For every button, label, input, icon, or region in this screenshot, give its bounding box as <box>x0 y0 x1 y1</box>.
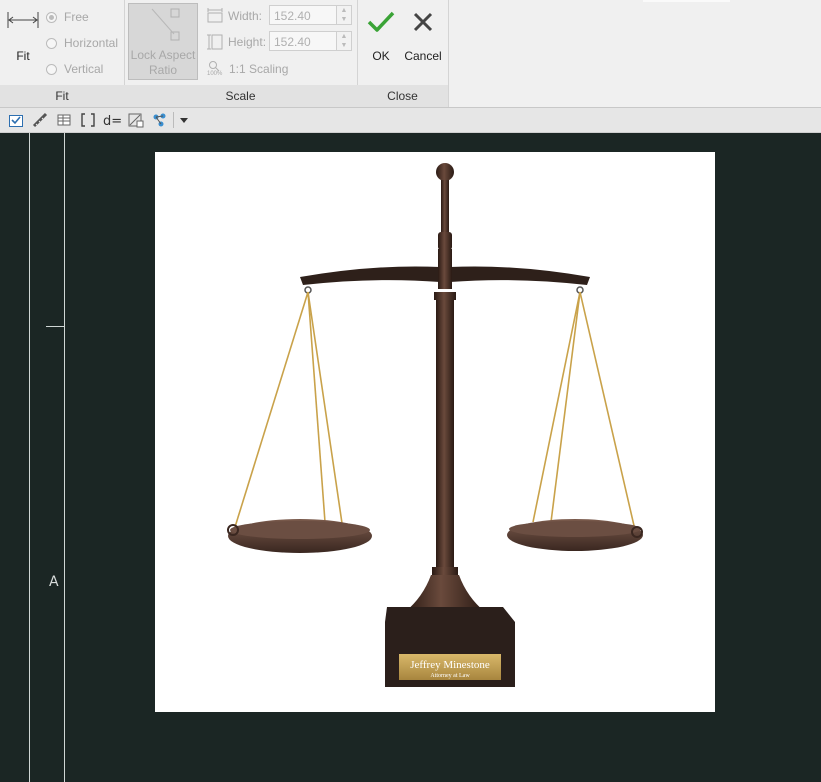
fit-icon <box>7 12 39 28</box>
radio-vertical-dot <box>46 63 57 75</box>
radio-free-dot <box>46 11 57 23</box>
cancel-button[interactable]: Cancel <box>403 6 443 63</box>
close-group: OK Cancel Close <box>357 0 449 107</box>
lock-aspect-ratio-button[interactable]: Lock Aspect Ratio <box>128 3 198 80</box>
brackets-icon[interactable] <box>80 112 96 128</box>
width-input[interactable]: 152.40 <box>269 5 337 25</box>
height-row: Height: 152.40 ▲ ▼ <box>207 31 357 53</box>
radio-vertical-label: Vertical <box>64 62 104 76</box>
width-spinner[interactable]: ▲ ▼ <box>337 5 352 25</box>
zone-label: A <box>49 574 59 590</box>
ribbon-tab-highlight <box>643 0 730 2</box>
plaque-title: Attorney at Law <box>430 673 470 679</box>
width-row: Width: 152.40 ▲ ▼ <box>207 5 357 27</box>
fit-button[interactable]: Fit <box>4 6 42 66</box>
radio-vertical[interactable]: Vertical <box>46 61 103 77</box>
ok-button[interactable]: OK <box>363 6 399 63</box>
border-line-inner <box>64 133 65 782</box>
ribbon: Fit Free Horizontal Vertical Fit Lock As… <box>0 0 821 108</box>
width-icon <box>207 8 223 23</box>
relation-icon[interactable]: d= <box>103 112 123 128</box>
table-icon[interactable] <box>56 112 72 128</box>
checkbox-icon[interactable] <box>8 112 24 128</box>
cancel-label: Cancel <box>404 49 442 63</box>
ok-label: OK <box>372 49 390 63</box>
height-label: Height: <box>228 35 267 49</box>
height-icon <box>207 34 223 50</box>
svg-text:d=: d= <box>103 114 122 128</box>
zone-tick <box>46 326 64 327</box>
toolbar-separator <box>173 112 174 128</box>
scale-group-label: Scale <box>124 85 357 107</box>
fit-button-label: Fit <box>16 49 30 63</box>
lock-aspect-ratio-icon <box>151 8 180 41</box>
radio-free-label: Free <box>64 10 89 24</box>
ruler-icon[interactable] <box>32 112 48 128</box>
border-line-outer <box>29 133 30 782</box>
radio-free[interactable]: Free <box>46 9 89 25</box>
height-input[interactable]: 152.40 <box>269 31 337 51</box>
scaling-icon: 100% <box>207 60 225 78</box>
fit-group-label: Fit <box>0 85 124 107</box>
scaling-label: 1:1 Scaling <box>229 62 289 76</box>
secondary-toolbar: d= <box>0 108 821 133</box>
network-icon[interactable] <box>152 112 168 128</box>
plaque-name: Jeffrey Minestone <box>410 659 490 671</box>
radio-horizontal-label: Horizontal <box>64 36 119 50</box>
scaling-button[interactable]: 100% 1:1 Scaling <box>207 60 288 78</box>
width-label: Width: <box>228 9 263 23</box>
drawing-canvas[interactable]: A Jeffrey Minestone Attorney at Law <box>0 133 821 782</box>
symbol-icon[interactable] <box>128 112 144 128</box>
scale-group: Lock Aspect Ratio Width: 152.40 ▲ ▼ Heigh… <box>124 0 358 107</box>
fit-group: Fit Free Horizontal Vertical Fit <box>0 0 125 107</box>
placed-image[interactable]: Jeffrey Minestone Attorney at Law <box>155 152 715 712</box>
close-group-label: Close <box>357 85 448 107</box>
height-spinner[interactable]: ▲ ▼ <box>337 31 352 51</box>
scaling-icon-text: 100% <box>207 71 223 77</box>
lock-aspect-ratio-label: Lock Aspect Ratio <box>130 48 196 77</box>
radio-horizontal[interactable]: Horizontal <box>46 35 118 51</box>
checkmark-icon <box>367 11 395 32</box>
close-icon <box>413 12 433 32</box>
chevron-down-icon[interactable] <box>178 112 190 128</box>
radio-horizontal-dot <box>46 37 57 49</box>
scales-of-justice-image: Jeffrey Minestone Attorney at Law <box>227 163 643 687</box>
